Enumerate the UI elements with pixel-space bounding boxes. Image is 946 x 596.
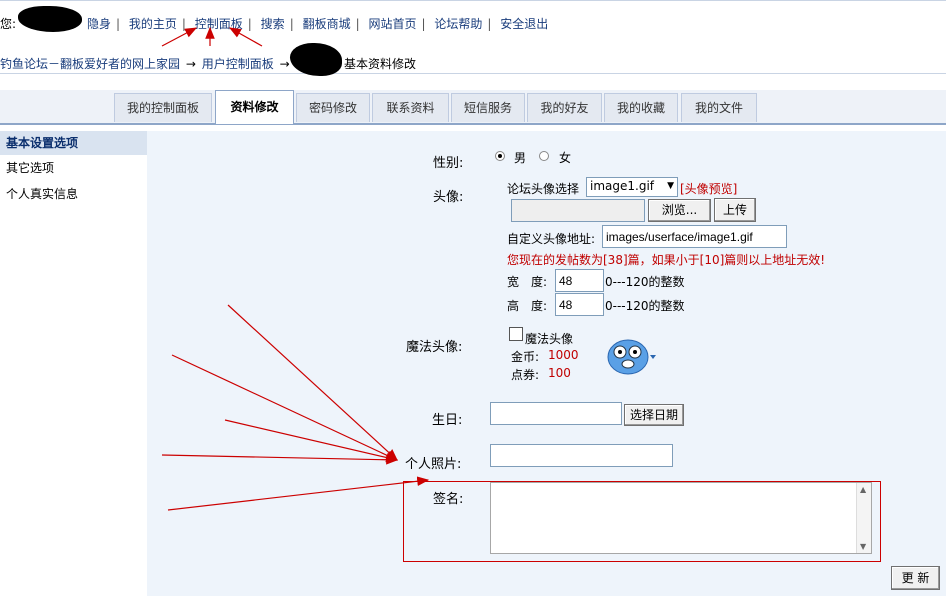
breadcrumb-current: 基本资料修改 <box>344 57 417 71</box>
avatar-label: 头像: <box>433 190 464 205</box>
gender-label: 性别: <box>433 156 464 171</box>
redacted-username <box>18 6 82 32</box>
custom-avatar-label: 自定义头像地址: <box>507 232 596 246</box>
nav-link-help[interactable]: 论坛帮助 <box>434 17 482 31</box>
signature-textarea[interactable]: ▲ ▼ <box>490 482 872 554</box>
nav-link-logout[interactable]: 安全退出 <box>500 17 548 31</box>
tab-strip: 我的控制面板 资料修改 密码修改 联系资料 短信服务 我的好友 我的收藏 我的文… <box>0 90 946 125</box>
coupon-label: 点券: <box>511 368 540 382</box>
breadcrumb-panel-link[interactable]: 用户控制面板 <box>202 57 274 71</box>
birthday-input[interactable] <box>490 402 622 425</box>
tab-messages[interactable]: 短信服务 <box>451 93 525 122</box>
submit-button[interactable]: 更 新 <box>891 566 940 590</box>
breadcrumb-site-link[interactable]: 钓鱼论坛－翻板爱好者的网上家园 <box>0 57 180 71</box>
gold-value: 1000 <box>548 348 579 362</box>
birthday-label: 生日: <box>432 413 463 428</box>
nav-link-homepage[interactable]: 我的主页 <box>129 17 177 31</box>
nav-link-shop[interactable]: 翻板商城 <box>303 17 351 31</box>
breadcrumb: 钓鱼论坛－翻板爱好者的网上家园 → 用户控制面板 → 基本资料修改 <box>0 43 946 76</box>
gold-label: 金币: <box>511 350 540 364</box>
top-nav-links: 隐身 | 我的主页 | 控制面板 | 搜索 | 翻板商城 | 网站首页 | 论坛帮助 | 安全… <box>87 17 549 31</box>
height-hint: 0---120的整数 <box>605 299 685 313</box>
breadcrumb-arrow-icon: → <box>185 57 196 71</box>
sidebar-header[interactable]: 基本设置选项 <box>0 131 147 155</box>
magic-avatar-label: 魔法头像: <box>406 340 463 355</box>
profile-form: 性别: 男 女 头像: 论坛头像选择 image1.gif ▼ [头像预览] 浏… <box>147 131 946 596</box>
scroll-down-icon[interactable]: ▼ <box>860 542 866 551</box>
tab-files[interactable]: 我的文件 <box>681 93 757 122</box>
coupon-value: 100 <box>548 366 571 380</box>
upload-button[interactable]: 上传 <box>714 198 756 222</box>
scroll-up-icon[interactable]: ▲ <box>860 485 866 494</box>
chevron-down-icon: ▼ <box>667 181 674 191</box>
custom-avatar-input[interactable] <box>602 225 787 248</box>
tab-control-panel[interactable]: 我的控制面板 <box>114 93 212 122</box>
breadcrumb-arrow-icon: → <box>279 57 290 71</box>
top-nav-bar: 您: 隐身 | 我的主页 | 控制面板 | 搜索 | 翻板商城 | 网站首页 | 论坛帮助 |… <box>0 0 946 44</box>
tab-contact[interactable]: 联系资料 <box>372 93 449 122</box>
settings-sidebar: 基本设置选项 其它选项 个人真实信息 <box>0 131 147 596</box>
browse-button[interactable]: 浏览... <box>648 199 711 222</box>
tab-password[interactable]: 密码修改 <box>296 93 370 122</box>
avatar-select-value: image1.gif <box>590 179 655 193</box>
height-label: 高 度: <box>507 299 548 313</box>
pick-date-button[interactable]: 选择日期 <box>624 404 684 426</box>
photo-input[interactable] <box>490 444 673 467</box>
gender-option-male: 男 <box>514 151 527 165</box>
photo-label: 个人照片: <box>405 457 462 472</box>
tab-favorites[interactable]: 我的收藏 <box>604 93 678 122</box>
magic-avatar-checkbox[interactable] <box>509 327 523 341</box>
avatar-select[interactable]: image1.gif ▼ <box>586 177 678 197</box>
gender-radio-male[interactable] <box>495 151 505 161</box>
post-count-notice: 您现在的发帖数为[38]篇，如果小于[10]篇则以上地址无效! <box>507 253 826 267</box>
nav-link-search[interactable]: 搜索 <box>261 17 285 31</box>
gender-radio-female[interactable] <box>539 151 549 161</box>
sidebar-item-real-info[interactable]: 个人真实信息 <box>0 181 147 207</box>
tab-profile-edit[interactable]: 资料修改 <box>215 90 294 124</box>
breadcrumb-trail: 钓鱼论坛－翻板爱好者的网上家园 → 用户控制面板 → <box>0 55 292 72</box>
height-input[interactable] <box>555 293 604 316</box>
tab-friends[interactable]: 我的好友 <box>527 93 602 122</box>
signature-label: 签名: <box>433 492 464 507</box>
sidebar-item-other-options[interactable]: 其它选项 <box>0 155 147 181</box>
nav-link-invisible[interactable]: 隐身 <box>87 17 111 31</box>
nav-link-site-home[interactable]: 网站首页 <box>368 17 416 31</box>
avatar-preview-link[interactable]: [头像预览] <box>680 180 737 197</box>
nav-link-control-panel[interactable]: 控制面板 <box>195 17 243 31</box>
magic-avatar-preview-icon[interactable] <box>607 335 657 377</box>
magic-avatar-checkbox-label: 魔法头像 <box>525 332 574 346</box>
gender-option-female: 女 <box>559 151 572 165</box>
signature-scrollbar[interactable]: ▲ ▼ <box>856 483 871 553</box>
greeting-text: 您: <box>0 17 17 31</box>
avatar-file-field[interactable] <box>511 199 645 222</box>
width-hint: 0---120的整数 <box>605 275 685 289</box>
avatar-select-label: 论坛头像选择 <box>507 182 580 196</box>
width-label: 宽 度: <box>507 275 548 289</box>
width-input[interactable] <box>555 269 604 292</box>
redacted-username <box>290 43 342 76</box>
